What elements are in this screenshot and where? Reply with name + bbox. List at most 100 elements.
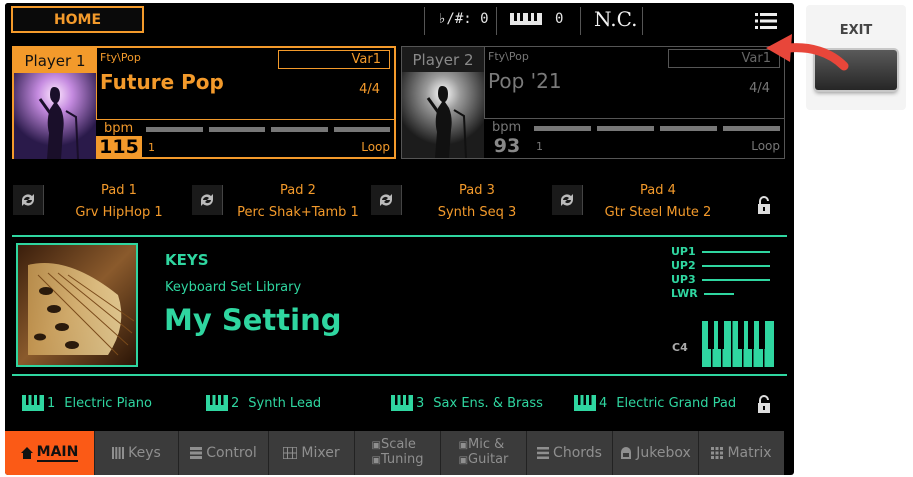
bottom-tab-bar: MAIN Keys Control Mixer ▣Scale ▣Tuning ▣… xyxy=(5,431,794,475)
player-2-panel[interactable]: Player 2 Fty\Pop Var1 Pop '21 4/4 bpm 93… xyxy=(401,46,785,159)
tab-label-line2: Guitar xyxy=(468,452,509,467)
tempo-value[interactable]: 115 xyxy=(96,136,142,158)
keyboard-icon xyxy=(22,395,44,411)
tab-chords[interactable]: Chords xyxy=(527,431,613,475)
part-label: UP3 xyxy=(671,273,696,286)
sound-slot-4[interactable]: 4 Electric Grand Pad xyxy=(574,395,736,411)
part-label: UP2 xyxy=(671,259,696,272)
home-button[interactable]: HOME xyxy=(11,6,144,33)
pad-sync-icon[interactable] xyxy=(192,185,223,215)
pad-sound: Perc Shak+Tamb 1 xyxy=(237,205,359,220)
tab-label: MAIN xyxy=(36,444,79,462)
measure-value: 1 xyxy=(536,140,543,153)
pad-name: Pad 1 xyxy=(101,183,137,198)
tab-label: Chords xyxy=(553,445,602,461)
style-image xyxy=(402,72,484,158)
part-label: LWR xyxy=(671,287,698,300)
divider xyxy=(496,7,497,35)
sound-number: 4 xyxy=(599,395,608,411)
pad-sound: Grv HipHop 1 xyxy=(75,205,163,220)
tab-label-line1: Mic & xyxy=(468,437,505,452)
keys-section-title: KEYS xyxy=(165,251,209,269)
sound-slot-3[interactable]: 3 Sax Ens. & Brass xyxy=(391,395,543,411)
chord-readout: N.C. xyxy=(594,7,638,31)
keyboard-icon xyxy=(574,395,596,411)
octave-readout[interactable]: 0 xyxy=(555,11,563,27)
tab-label: ▣Mic & ▣Guitar xyxy=(458,437,509,467)
pad-4[interactable]: Pad 4 Gtr Steel Mute 2 xyxy=(552,181,728,221)
sound-number: 1 xyxy=(47,395,56,411)
transpose-readout[interactable]: ♭/#: 0 xyxy=(438,11,489,27)
beat-indicator xyxy=(146,127,390,132)
sound-name: Synth Lead xyxy=(248,395,322,411)
pad-name: Pad 3 xyxy=(459,183,495,198)
keyboard-icon xyxy=(112,447,125,459)
pad-sync-icon[interactable] xyxy=(13,185,44,215)
style-image xyxy=(14,73,96,159)
divider xyxy=(424,7,425,35)
pad-2[interactable]: Pad 2 Perc Shak+Tamb 1 xyxy=(192,181,368,221)
part-label: UP1 xyxy=(671,245,696,258)
pointer-arrow-icon xyxy=(766,34,849,71)
sounds-row: 1 Electric Piano 2 Synth Lead 3 Sax Ens.… xyxy=(5,387,794,421)
keyboard-set-name[interactable]: My Setting xyxy=(164,303,341,337)
tab-label: ▣Scale ▣Tuning xyxy=(371,437,424,467)
top-bar: HOME ♭/#: 0 0 N.C. xyxy=(5,3,794,39)
style-category: Fty\Pop xyxy=(100,51,141,64)
variation-box[interactable]: Var1 xyxy=(278,50,390,69)
style-info: Fty\Pop Var1 Future Pop 4/4 xyxy=(96,48,394,120)
player-label: Player 2 xyxy=(402,47,485,73)
tab-keys[interactable]: Keys xyxy=(95,431,179,475)
tab-label: Keys xyxy=(128,445,161,461)
part-range xyxy=(704,293,734,295)
player-1-panel[interactable]: Player 1 Fty\Pop Var1 Future Pop 4/4 bpm xyxy=(12,46,396,159)
pad-sync-icon[interactable] xyxy=(371,185,402,215)
mixer-icon xyxy=(283,447,298,459)
pad-1[interactable]: Pad 1 Grv HipHop 1 xyxy=(13,181,185,221)
tab-main[interactable]: MAIN xyxy=(5,431,95,475)
tab-label: Matrix xyxy=(727,445,772,461)
sound-name: Electric Piano xyxy=(64,395,152,411)
keyboard-set-panel[interactable]: KEYS Keyboard Set Library My Setting UP1… xyxy=(12,235,787,376)
keyboard-icon xyxy=(391,395,413,411)
sound-slot-2[interactable]: 2 Synth Lead xyxy=(206,395,321,411)
pad-name: Pad 2 xyxy=(280,183,316,198)
tab-label: Mixer xyxy=(301,445,340,461)
measure-value: 1 xyxy=(148,141,155,154)
sound-number: 3 xyxy=(416,395,425,411)
tempo-value[interactable]: 93 xyxy=(484,135,530,157)
tab-jukebox[interactable]: Jukebox xyxy=(613,431,699,475)
pad-3[interactable]: Pad 3 Synth Seq 3 xyxy=(371,181,547,221)
control-icon xyxy=(190,447,203,459)
chords-icon xyxy=(537,447,550,459)
sound-name: Electric Grand Pad xyxy=(616,395,737,411)
pad-sound: Synth Seq 3 xyxy=(437,205,517,220)
divider xyxy=(642,7,643,35)
tab-matrix[interactable]: Matrix xyxy=(699,431,784,475)
sounds-lock-icon[interactable] xyxy=(756,394,772,414)
tempo-area: bpm 115 1 Loop xyxy=(96,119,394,158)
tab-label: Control xyxy=(206,445,257,461)
sound-slot-1[interactable]: 1 Electric Piano xyxy=(22,395,152,411)
part-range xyxy=(702,279,770,281)
tab-scale-tuning[interactable]: ▣Scale ▣Tuning xyxy=(355,431,441,475)
pad-sync-icon[interactable] xyxy=(552,185,583,215)
matrix-icon xyxy=(711,447,724,459)
tab-mixer[interactable]: Mixer xyxy=(269,431,355,475)
tab-control[interactable]: Control xyxy=(179,431,269,475)
split-keyboard-icon[interactable] xyxy=(702,321,774,367)
style-info: Fty\Pop Var1 Pop '21 4/4 xyxy=(484,47,784,119)
pads-lock-icon[interactable] xyxy=(756,195,772,215)
player-label: Player 1 xyxy=(14,48,96,73)
meter: 4/4 xyxy=(359,82,380,97)
part-range xyxy=(702,251,770,253)
style-name: Future Pop xyxy=(100,70,224,94)
home-icon xyxy=(20,447,33,459)
bpm-label: bpm xyxy=(104,121,134,136)
octave-label: C4 xyxy=(672,341,688,354)
octave-keyboard-icon xyxy=(510,13,542,27)
tab-mic-guitar[interactable]: ▣Mic & ▣Guitar xyxy=(441,431,527,475)
jukebox-icon xyxy=(621,447,632,459)
beat-indicator xyxy=(534,126,780,131)
pad-sound: Gtr Steel Mute 2 xyxy=(604,205,712,220)
